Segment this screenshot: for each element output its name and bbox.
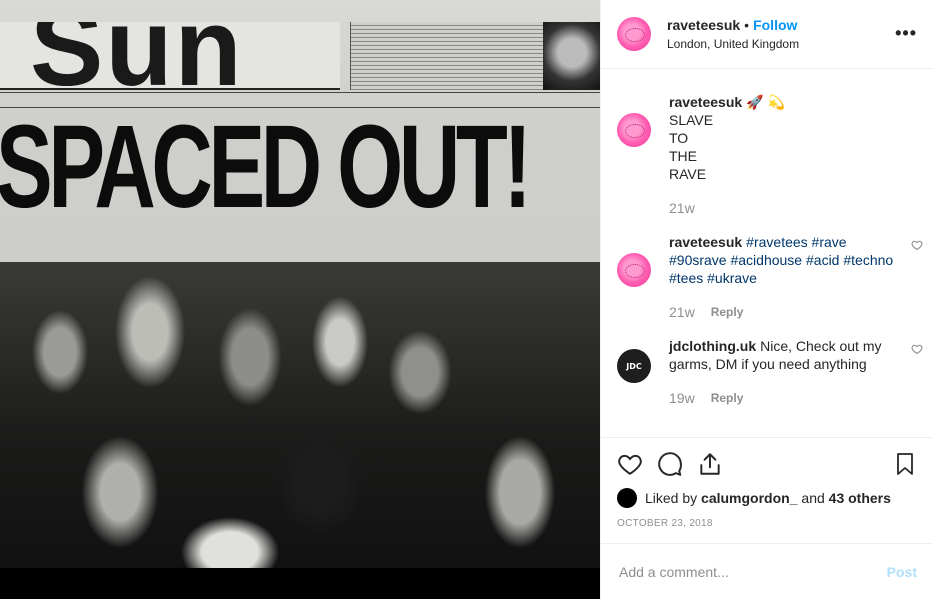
hashtag-link[interactable]: #rave xyxy=(812,234,847,250)
hashtag-link[interactable]: #techno xyxy=(843,252,893,268)
caption-first-line: raveteesuk 🚀 💫 xyxy=(669,93,895,111)
reply-button[interactable]: Reply xyxy=(711,389,744,407)
comment-avatar[interactable] xyxy=(617,253,651,287)
comment-username[interactable]: jdclothing.uk xyxy=(669,338,756,354)
action-icons xyxy=(617,448,917,480)
caption-username[interactable]: raveteesuk xyxy=(669,94,742,110)
caption-line: SLAVE xyxy=(669,112,714,128)
comment-meta: 21w Reply xyxy=(669,303,895,321)
newspaper-column xyxy=(350,22,600,90)
image-bottom-strip xyxy=(0,568,600,599)
heart-icon[interactable] xyxy=(617,451,643,477)
comment-text: jdclothing.uk Nice, Check out my garms, D… xyxy=(669,337,895,373)
post-image[interactable]: Sun SPACED OUT! xyxy=(0,0,600,599)
post-side-panel: raveteesuk • Follow London, United Kingdom… xyxy=(600,0,933,599)
hashtag-link[interactable]: #acidhouse xyxy=(730,252,802,268)
comment-timestamp[interactable]: 19w xyxy=(669,389,695,407)
hashtag-link[interactable]: #90srave xyxy=(669,252,727,268)
author-avatar[interactable] xyxy=(617,17,651,51)
comment-item: raveteesuk #ravetees #rave #90srave #acid… xyxy=(617,233,923,321)
comment-like-heart-icon[interactable] xyxy=(911,239,923,251)
more-options-icon[interactable]: ••• xyxy=(895,24,917,42)
comment-timestamp[interactable]: 21w xyxy=(669,303,695,321)
liker-username[interactable]: calumgordon_ xyxy=(701,490,797,506)
likes-others-link[interactable]: 43 others xyxy=(829,490,891,506)
liker-avatar[interactable] xyxy=(617,488,637,508)
add-comment-bar: Post xyxy=(601,543,933,599)
hashtag-link[interactable]: #ravetees xyxy=(746,234,807,250)
author-username[interactable]: raveteesuk xyxy=(667,17,740,33)
comment-text: raveteesuk #ravetees #rave #90srave #acid… xyxy=(669,233,895,287)
caption-line: RAVE xyxy=(669,166,707,182)
comment-input[interactable] xyxy=(617,562,887,581)
comment-body: raveteesuk #ravetees #rave #90srave #acid… xyxy=(669,233,895,321)
post-header: raveteesuk • Follow London, United Kingdom… xyxy=(601,0,933,69)
masthead-text: Sun xyxy=(30,22,244,90)
bookmark-icon[interactable] xyxy=(893,451,917,477)
caption-avatar[interactable] xyxy=(617,113,651,147)
newspaper-headline: SPACED OUT! xyxy=(0,101,532,233)
comment-body: jdclothing.uk Nice, Check out my garms, D… xyxy=(669,337,895,407)
crowd-photo xyxy=(0,262,600,568)
instagram-post: Sun SPACED OUT! raveteesuk • Follow London… xyxy=(0,0,933,599)
post-comment-button[interactable]: Post xyxy=(887,564,917,580)
share-icon[interactable] xyxy=(697,451,723,477)
reply-button[interactable]: Reply xyxy=(711,303,744,321)
caption-line: TO xyxy=(669,130,689,146)
comment-item: JDC jdclothing.uk Nice, Check out my garm… xyxy=(617,337,923,407)
caption: raveteesuk 🚀 💫 SLAVE TO THE RAVE 21w xyxy=(617,93,917,217)
likes-summary: Liked by calumgordon_ and 43 others xyxy=(617,488,917,508)
post-location[interactable]: London, United Kingdom xyxy=(667,36,799,52)
post-date[interactable]: OCTOBER 23, 2018 xyxy=(617,518,917,529)
comment-icon[interactable] xyxy=(657,451,683,477)
header-line: raveteesuk • Follow xyxy=(667,16,799,34)
separator-dot: • xyxy=(744,17,750,33)
likes-and: and xyxy=(801,490,825,506)
follow-button[interactable]: Follow xyxy=(753,17,797,33)
hashtag-link[interactable]: #acid xyxy=(806,252,839,268)
comment-like-heart-icon[interactable] xyxy=(911,343,923,355)
comments-list[interactable]: raveteesuk 🚀 💫 SLAVE TO THE RAVE 21w rave… xyxy=(601,69,933,437)
hashtag-link[interactable]: #tees xyxy=(669,270,703,286)
likes-prefix: Liked by xyxy=(645,490,698,506)
comment-meta: 19w Reply xyxy=(669,389,895,407)
newspaper-masthead: Sun xyxy=(0,22,340,90)
caption-emoji: 🚀 💫 xyxy=(746,94,785,110)
caption-timestamp[interactable]: 21w xyxy=(669,199,695,217)
hashtag-link[interactable]: #ukrave xyxy=(707,270,757,286)
post-actions: Liked by calumgordon_ and 43 others OCTO… xyxy=(601,437,933,529)
comment-username[interactable]: raveteesuk xyxy=(669,234,742,250)
newspaper-photo: Sun SPACED OUT! xyxy=(0,0,600,568)
caption-meta: 21w xyxy=(669,199,895,217)
caption-body: raveteesuk 🚀 💫 SLAVE TO THE RAVE 21w xyxy=(669,93,895,217)
caption-line: THE xyxy=(669,148,697,164)
comment-avatar-jdc[interactable]: JDC xyxy=(617,349,651,383)
column-photo xyxy=(543,22,600,90)
header-text: raveteesuk • Follow London, United Kingdom xyxy=(667,16,799,52)
